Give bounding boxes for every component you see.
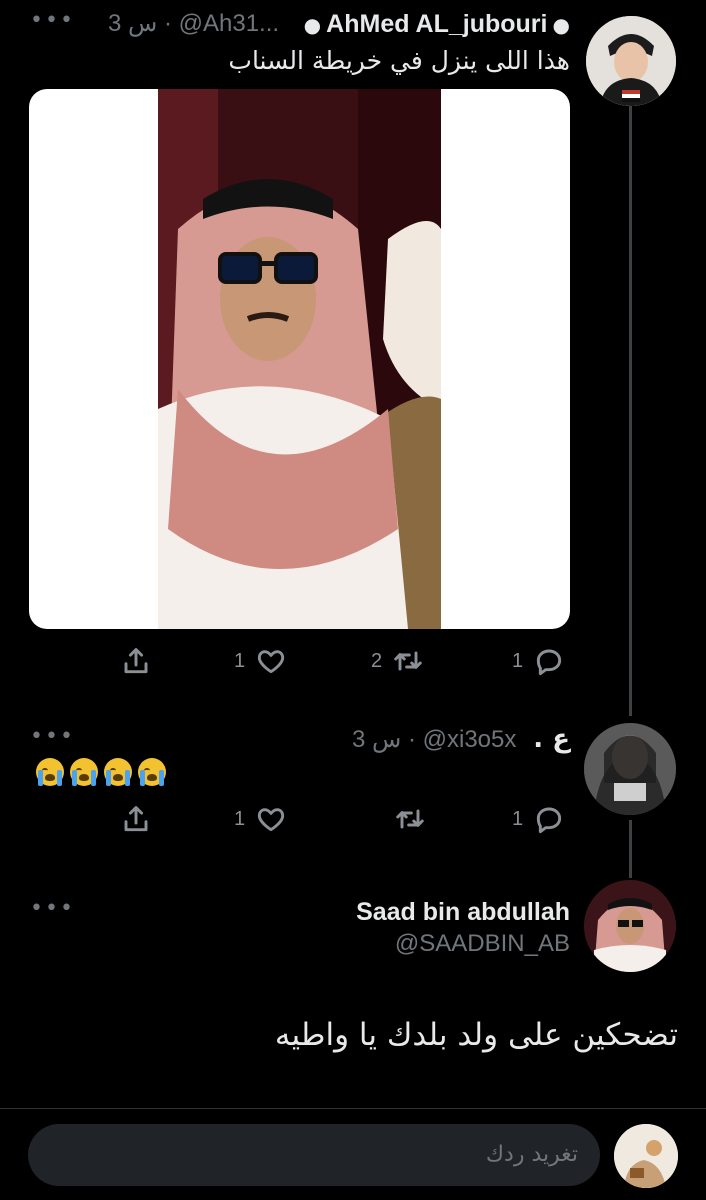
crying-emoji-icon bbox=[70, 758, 98, 786]
thread-line-1 bbox=[629, 104, 632, 716]
share-icon bbox=[124, 806, 148, 832]
divider bbox=[0, 1108, 706, 1109]
tweet1-text: هذا اللى ينزل في خريطة السناب bbox=[228, 46, 570, 75]
tweet3-text: تضحكين على ولد بلدك يا واطيه bbox=[274, 1017, 678, 1053]
tweet2-like-count: 1 bbox=[234, 807, 246, 830]
more-icon[interactable]: ••• bbox=[30, 726, 75, 748]
thread-line-2 bbox=[629, 820, 632, 878]
tweet1-photo bbox=[158, 89, 441, 629]
avatar-current-user[interactable] bbox=[614, 1124, 678, 1188]
tweet1-like-button[interactable]: 1 bbox=[234, 645, 287, 677]
tweet2-reply-button[interactable]: 1 bbox=[512, 803, 565, 835]
tweet2-author-name[interactable]: ع . bbox=[533, 726, 570, 752]
crying-emoji-icon bbox=[138, 758, 166, 786]
like-icon bbox=[258, 808, 285, 832]
avatar-ahmed[interactable] bbox=[586, 16, 676, 106]
reply-compose-placeholder: تغريد ردك bbox=[485, 1142, 578, 1167]
crying-emoji-icon bbox=[36, 758, 64, 786]
tweet1-author-name[interactable]: AhMed AL_jubouri bbox=[326, 10, 547, 38]
tweet2-handle-time[interactable]: 3 س · @xi3o5x bbox=[352, 728, 532, 752]
more-icon[interactable]: ••• bbox=[30, 10, 75, 32]
tweet1-media[interactable] bbox=[29, 89, 570, 629]
like-icon bbox=[258, 650, 285, 674]
tweet1-like-count: 1 bbox=[234, 649, 246, 672]
tweet1-share-button[interactable] bbox=[120, 645, 152, 677]
tweet1-retweet-count: 2 bbox=[371, 649, 383, 672]
tweet1-reply-count: 1 bbox=[512, 649, 524, 672]
tweet3-author-name[interactable]: Saad bin abdullah bbox=[356, 900, 570, 925]
verified-apple-icon: ● bbox=[303, 13, 322, 37]
retweet-icon bbox=[394, 651, 422, 671]
tweet1-reply-button[interactable]: 1 bbox=[512, 645, 565, 677]
retweet-icon bbox=[396, 809, 424, 829]
tweet3-handle[interactable]: @SAADBIN_AB bbox=[395, 932, 570, 956]
tweet2-share-button[interactable] bbox=[120, 803, 152, 835]
tweet1-handle-time[interactable]: 3 س · @Ah31... bbox=[108, 12, 279, 36]
reply-compose-input[interactable]: تغريد ردك bbox=[28, 1124, 600, 1186]
more-icon[interactable]: ••• bbox=[30, 898, 75, 920]
share-icon bbox=[124, 648, 148, 674]
crying-emoji-icon bbox=[104, 758, 132, 786]
reply-icon bbox=[536, 807, 562, 834]
tweet2-like-button[interactable]: 1 bbox=[234, 803, 287, 835]
tweet1-retweet-button[interactable]: 2 bbox=[371, 645, 424, 677]
tweet2-retweet-button[interactable] bbox=[394, 803, 426, 835]
tweet1-header: ● AhMed AL_jubouri ● bbox=[304, 12, 570, 37]
avatar-saadbin[interactable] bbox=[584, 880, 676, 972]
tweet2-reply-count: 1 bbox=[512, 807, 524, 830]
reply-icon bbox=[536, 649, 562, 676]
avatar-xi3o5x[interactable] bbox=[584, 723, 676, 815]
tweet2-emojis bbox=[30, 758, 166, 786]
verified-apple-icon: ● bbox=[552, 13, 570, 37]
